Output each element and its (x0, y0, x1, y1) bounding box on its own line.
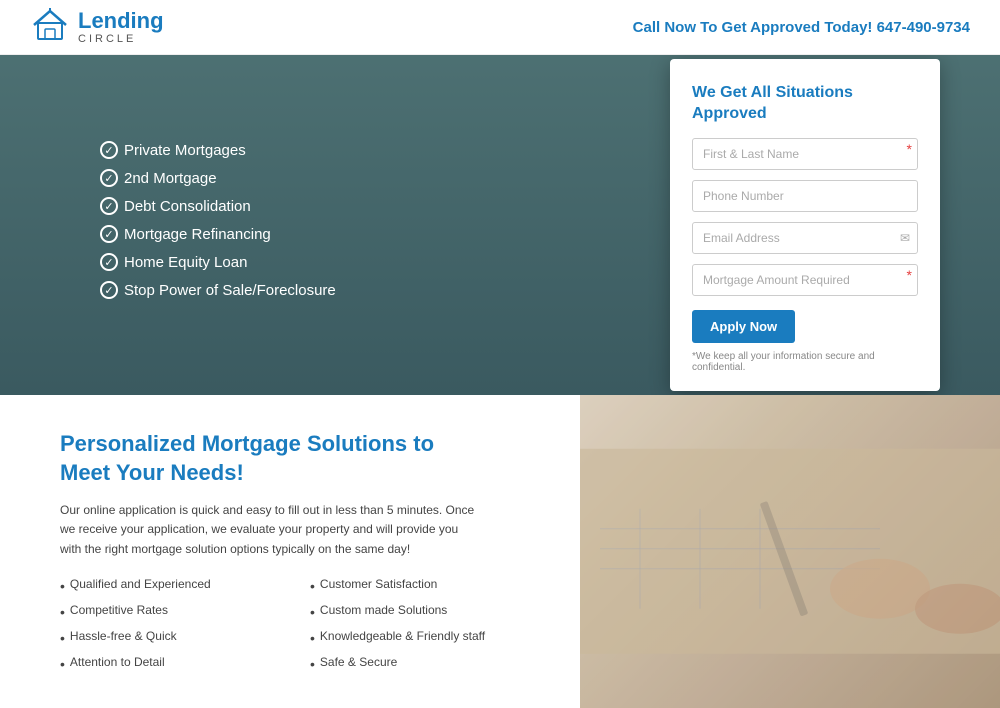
name-field-group: * (692, 138, 918, 170)
feature-item: • Custom made Solutions (310, 603, 530, 621)
hero-section: ✓ Private Mortgages ✓ 2nd Mortgage ✓ Deb… (0, 55, 1000, 395)
phone-field-group (692, 180, 918, 212)
site-header: Lending CIRCLE Call Now To Get Approved … (0, 0, 1000, 55)
feature-item: • Hassle-free & Quick (60, 629, 280, 647)
features-grid: • Qualified and Experienced • Customer S… (60, 577, 530, 678)
check-icon: ✓ (100, 169, 118, 187)
lower-image (580, 395, 1000, 708)
check-icon: ✓ (100, 197, 118, 215)
list-item: ✓ Debt Consolidation (100, 197, 336, 215)
lower-description: Our online application is quick and easy… (60, 501, 480, 559)
list-item: ✓ Home Equity Loan (100, 253, 336, 271)
phone-input[interactable] (692, 180, 918, 212)
logo-text: Lending CIRCLE (78, 9, 164, 45)
required-indicator: * (907, 142, 912, 156)
lower-content: Personalized Mortgage Solutions to Meet … (0, 395, 580, 708)
hero-content: ✓ Private Mortgages ✓ 2nd Mortgage ✓ Deb… (0, 59, 1000, 392)
bullet-icon: • (310, 629, 315, 647)
lower-title: Personalized Mortgage Solutions to Meet … (60, 430, 530, 487)
logo-lending: Lending (78, 9, 164, 33)
bullet-icon: • (310, 577, 315, 595)
email-icon: ✉ (900, 231, 910, 245)
list-item: ✓ Mortgage Refinancing (100, 225, 336, 243)
bullet-icon: • (60, 629, 65, 647)
title-line2: Meet Your Needs! (60, 460, 244, 485)
apply-now-button[interactable]: Apply Now (692, 310, 795, 343)
bullet-icon: • (310, 603, 315, 621)
logo-circle: CIRCLE (78, 33, 164, 45)
blueprint-image (580, 395, 1000, 708)
check-icon: ✓ (100, 253, 118, 271)
bullet-icon: • (60, 603, 65, 621)
amount-field-group: * (692, 264, 918, 296)
feature-item: • Qualified and Experienced (60, 577, 280, 595)
list-item: ✓ 2nd Mortgage (100, 169, 336, 187)
application-form-card: We Get All Situations Approved * ✉ * App… (670, 59, 940, 392)
service-list: ✓ Private Mortgages ✓ 2nd Mortgage ✓ Deb… (100, 141, 336, 309)
list-item: ✓ Stop Power of Sale/Foreclosure (100, 281, 336, 299)
header-call-text: Call Now To Get Approved Today! 647-490-… (633, 19, 970, 36)
bullet-icon: • (60, 577, 65, 595)
feature-item: • Knowledgeable & Friendly staff (310, 629, 530, 647)
privacy-text: *We keep all your information secure and… (692, 351, 918, 373)
phone-number[interactable]: 647-490-9734 (877, 19, 970, 36)
call-now-text: Call Now To Get Approved Today! (633, 19, 873, 36)
check-icon: ✓ (100, 225, 118, 243)
email-field-group: ✉ (692, 222, 918, 254)
check-icon: ✓ (100, 141, 118, 159)
amount-input[interactable] (692, 264, 918, 296)
title-line1: Personalized Mortgage Solutions to (60, 431, 434, 456)
email-input[interactable] (692, 222, 918, 254)
logo[interactable]: Lending CIRCLE (30, 5, 164, 50)
feature-item: • Attention to Detail (60, 655, 280, 673)
name-input[interactable] (692, 138, 918, 170)
lower-section: Personalized Mortgage Solutions to Meet … (0, 395, 1000, 708)
logo-icon (30, 5, 70, 50)
required-indicator: * (907, 268, 912, 282)
bullet-icon: • (60, 655, 65, 673)
bullet-icon: • (310, 655, 315, 673)
feature-item: • Competitive Rates (60, 603, 280, 621)
feature-item: • Safe & Secure (310, 655, 530, 673)
form-title: We Get All Situations Approved (692, 83, 918, 125)
list-item: ✓ Private Mortgages (100, 141, 336, 159)
feature-item: • Customer Satisfaction (310, 577, 530, 595)
check-icon: ✓ (100, 281, 118, 299)
